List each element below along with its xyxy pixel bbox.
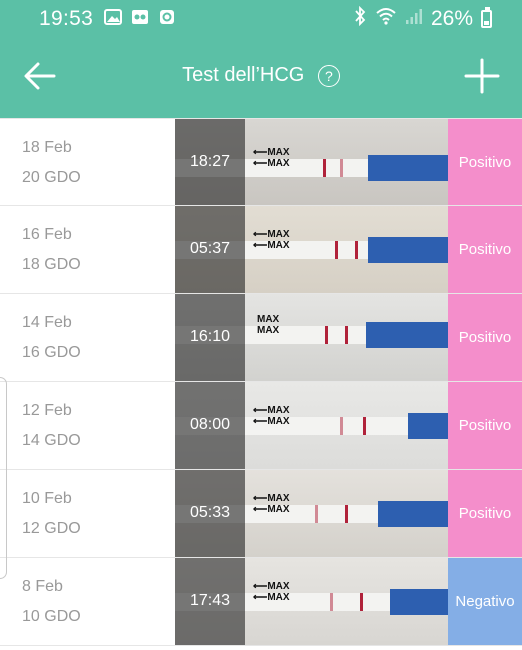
control-line — [325, 326, 328, 344]
test-photo[interactable]: ⟵MAX ⟵MAX 18:27 — [175, 119, 448, 205]
test-photo[interactable]: MAX MAX 16:10 — [175, 294, 448, 381]
test-line — [345, 505, 348, 523]
result-badge: Positivo — [448, 119, 522, 205]
strip-handle — [368, 237, 448, 263]
test-time: 17:43 — [189, 592, 231, 609]
system-indicators: 26% — [353, 5, 492, 32]
test-gdo: 10 GDO — [22, 608, 81, 625]
test-gdo: 16 GDO — [22, 344, 81, 361]
help-icon[interactable]: ? — [317, 64, 340, 87]
test-row[interactable]: 8 Feb 10 GDO ⟵MAX ⟵MAX 17:43 Negativo — [0, 558, 522, 646]
battery-percent: 26% — [430, 7, 473, 30]
signal-icon — [405, 7, 423, 31]
test-time: 16:10 — [189, 328, 231, 345]
app-notification-icon — [158, 8, 176, 26]
control-line — [330, 593, 333, 611]
result-badge: Positivo — [448, 294, 522, 381]
test-row[interactable]: 12 Feb 14 GDO ⟵MAX ⟵MAX 08:00 Positivo — [0, 382, 522, 470]
test-date: 10 Feb — [22, 490, 72, 507]
test-row[interactable]: 18 Feb 20 GDO ⟵MAX ⟵MAX 18:27 Positivo — [0, 118, 522, 206]
test-line — [363, 417, 366, 435]
voicemail-icon — [131, 8, 149, 26]
title-bar: Test dell’HCG ? — [0, 64, 522, 87]
notification-icons — [104, 8, 176, 26]
test-date: 18 Feb — [22, 139, 72, 156]
test-line — [355, 241, 358, 259]
strip-handle — [378, 501, 448, 527]
strip-handle — [408, 413, 448, 439]
test-line — [360, 593, 363, 611]
plus-icon — [464, 58, 500, 94]
strip-handle — [366, 322, 448, 348]
test-line — [345, 326, 348, 344]
wifi-icon — [375, 7, 397, 31]
add-test-button[interactable] — [462, 56, 502, 96]
battery-icon — [481, 7, 492, 28]
max-label: ⟵MAX ⟵MAX — [253, 581, 290, 603]
test-gdo: 18 GDO — [22, 256, 81, 273]
control-line — [340, 417, 343, 435]
toolbar: Test dell’HCG ? — [0, 36, 522, 118]
bluetooth-icon — [353, 5, 367, 32]
test-date: 12 Feb — [22, 402, 72, 419]
max-label: ⟵MAX ⟵MAX — [253, 147, 290, 169]
control-line — [323, 159, 326, 177]
test-photo[interactable]: ⟵MAX ⟵MAX 05:33 — [175, 470, 448, 557]
gallery-icon — [104, 8, 122, 26]
test-date: 14 Feb — [22, 314, 72, 331]
test-date: 8 Feb — [22, 578, 63, 595]
test-row[interactable]: 14 Feb 16 GDO MAX MAX 16:10 Positivo — [0, 294, 522, 382]
test-list: 18 Feb 20 GDO ⟵MAX ⟵MAX 18:27 Positivo 16… — [0, 118, 522, 646]
status-bar: 19:53 26% — [0, 0, 522, 36]
test-date: 16 Feb — [22, 226, 72, 243]
page-title: Test dell’HCG — [182, 64, 305, 87]
strip-handle — [368, 155, 448, 181]
test-photo[interactable]: ⟵MAX ⟵MAX 17:43 — [175, 558, 448, 645]
test-photo[interactable]: ⟵MAX ⟵MAX 05:37 — [175, 206, 448, 293]
result-badge: Positivo — [448, 382, 522, 469]
result-badge: Positivo — [448, 206, 522, 293]
max-label: ⟵MAX ⟵MAX — [253, 405, 290, 427]
result-badge: Negativo — [448, 558, 522, 645]
status-time: 19:53 — [39, 7, 94, 30]
control-line — [335, 241, 338, 259]
test-gdo: 12 GDO — [22, 520, 81, 537]
test-gdo: 14 GDO — [22, 432, 81, 449]
side-scroll-handle[interactable] — [0, 377, 7, 579]
max-label: MAX MAX — [257, 314, 280, 336]
test-photo[interactable]: ⟵MAX ⟵MAX 08:00 — [175, 382, 448, 469]
app-header: 19:53 26% Test dell’HCG ? — [0, 0, 522, 118]
test-row[interactable]: 16 Feb 18 GDO ⟵MAX ⟵MAX 05:37 Positivo — [0, 206, 522, 294]
test-row[interactable]: 10 Feb 12 GDO ⟵MAX ⟵MAX 05:33 Positivo — [0, 470, 522, 558]
test-time: 08:00 — [189, 416, 231, 433]
test-line — [340, 159, 343, 177]
max-label: ⟵MAX ⟵MAX — [253, 229, 290, 251]
test-time: 18:27 — [189, 153, 231, 170]
test-time: 05:37 — [189, 240, 231, 257]
strip-handle — [390, 589, 448, 615]
control-line — [315, 505, 318, 523]
test-gdo: 20 GDO — [22, 169, 81, 186]
max-label: ⟵MAX ⟵MAX — [253, 493, 290, 515]
test-time: 05:33 — [189, 504, 231, 521]
result-badge: Positivo — [448, 470, 522, 557]
